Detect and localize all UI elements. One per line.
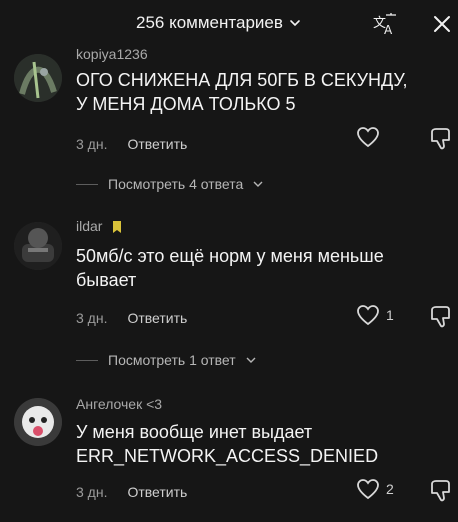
comment-age: 3 дн. (76, 136, 108, 152)
comment-item: ildar 50мб/с это ещё норм у меня меньше … (0, 218, 458, 378)
thumbs-down-icon[interactable] (428, 478, 454, 504)
chevron-down-icon (253, 181, 263, 187)
comment-text-line: бывает (76, 270, 137, 290)
translate-icon[interactable]: 文 A (372, 12, 398, 36)
like-count: 1 (386, 307, 394, 323)
comment-text-line: ОГО СНИЖЕНА ДЛЯ 50ГБ В СЕКУНДУ, (76, 70, 408, 90)
comments-count-dropdown[interactable]: 256 комментариев (136, 13, 301, 33)
comment-meta: 3 дн. Ответить (76, 484, 187, 500)
comment-item: Ангелочек <3 У меня вообще инет выдает E… (0, 394, 458, 522)
view-replies-label: Посмотреть 1 ответ (108, 352, 236, 368)
comment-meta: 3 дн. Ответить (76, 310, 187, 326)
username[interactable]: Ангелочек <3 (76, 396, 162, 412)
comments-count-title: 256 комментариев (136, 13, 283, 32)
view-replies-button[interactable]: Посмотреть 1 ответ (76, 352, 256, 368)
comment-text: 50мб/с это ещё норм у меня меньше бывает (76, 244, 446, 292)
comment-text: У меня вообще инет выдает ERR_NETWORK_AC… (76, 420, 446, 468)
like-count: 2 (386, 481, 394, 497)
reply-button[interactable]: Ответить (127, 136, 187, 152)
replies-divider (76, 183, 98, 185)
comment-text-line: 50мб/с это ещё норм у меня меньше (76, 246, 384, 266)
thumbs-down-icon[interactable] (428, 126, 454, 152)
view-replies-button[interactable]: Посмотреть 4 ответа (76, 176, 263, 192)
badge-icon (113, 221, 122, 234)
chevron-down-icon (246, 357, 256, 363)
username-text: ildar (76, 218, 103, 234)
replies-divider (76, 359, 98, 361)
comment-text-line: ERR_NETWORK_ACCESS_DENIED (76, 446, 379, 466)
reply-button[interactable]: Ответить (127, 310, 187, 326)
like-button[interactable]: 1 (356, 304, 394, 326)
avatar[interactable] (14, 54, 62, 102)
like-button[interactable]: 2 (356, 478, 394, 500)
close-icon[interactable] (430, 12, 454, 36)
reply-button[interactable]: Ответить (127, 484, 187, 500)
heart-icon (357, 127, 379, 148)
avatar[interactable] (14, 398, 62, 446)
comment-text: ОГО СНИЖЕНА ДЛЯ 50ГБ В СЕКУНДУ, У МЕНЯ Д… (76, 68, 446, 116)
avatar[interactable] (14, 222, 62, 270)
comment-text-line: У МЕНЯ ДОМА ТОЛЬКО 5 (76, 94, 296, 114)
view-replies-label: Посмотреть 4 ответа (108, 176, 244, 192)
comments-header: 256 комментариев 文 A (0, 0, 458, 48)
like-button[interactable] (356, 126, 386, 148)
heart-icon (357, 479, 379, 500)
chevron-down-icon (290, 20, 300, 27)
username[interactable]: kopiya1236 (76, 46, 148, 62)
comment-age: 3 дн. (76, 484, 108, 500)
comment-age: 3 дн. (76, 310, 108, 326)
thumbs-down-icon[interactable] (428, 304, 454, 330)
svg-text:A: A (384, 23, 393, 36)
comment-item: kopiya1236 ОГО СНИЖЕНА ДЛЯ 50ГБ В СЕКУНД… (0, 46, 458, 196)
username[interactable]: ildar (76, 218, 122, 234)
comment-text-line: У меня вообще инет выдает (76, 422, 313, 442)
heart-icon (357, 305, 379, 326)
comment-meta: 3 дн. Ответить (76, 136, 187, 152)
